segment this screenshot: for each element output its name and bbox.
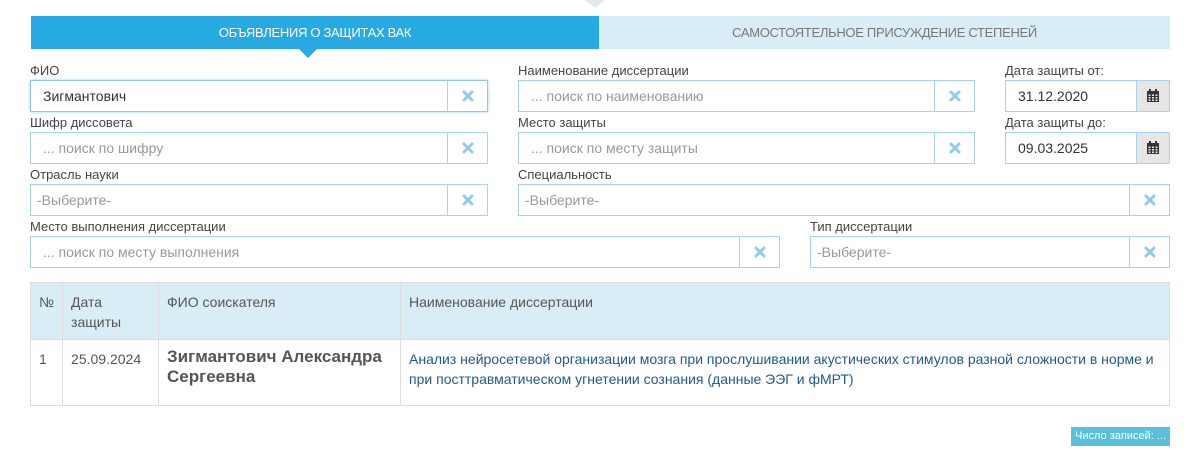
title-clear-button[interactable] <box>934 81 974 111</box>
work-place-search-input[interactable]: ... поиск по месту выполнения <box>30 236 780 268</box>
row-fio: Зигмантович Александра Сергеевна <box>158 339 402 406</box>
work-place-clear-button[interactable] <box>739 237 779 267</box>
tab-vak-defenses[interactable]: ОБЪЯВЛЕНИЯ О ЗАЩИТАХ ВАК <box>31 16 599 58</box>
times-icon <box>949 142 960 154</box>
row-num: 1 <box>29 339 64 406</box>
tab-bar: ОБЪЯВЛЕНИЯ О ЗАЩИТАХ ВАК САМОСТОЯТЕЛЬНОЕ… <box>31 16 1170 58</box>
header-title: Наименование диссертации <box>400 282 1170 340</box>
branch-label: Отрасль науки <box>30 167 119 182</box>
table-header-row: № Дата защиты ФИО соискателя Наименовани… <box>29 282 1170 340</box>
date-to-label: Дата защиты до: <box>1005 115 1106 130</box>
specialty-select[interactable]: -Выберите- <box>518 184 1170 216</box>
specialty-selected: -Выберите- <box>525 192 600 208</box>
times-icon <box>462 142 473 154</box>
title-search-input[interactable]: ... поиск по наименованию <box>518 80 975 112</box>
records-count-badge: Число записей: ... <box>1071 427 1170 446</box>
tab-label: САМОСТОЯТЕЛЬНОЕ ПРИСУЖДЕНИЕ СТЕПЕНЕЙ <box>732 25 1037 40</box>
title-label: Наименование диссертации <box>518 63 689 78</box>
row-date: 25.09.2024 <box>62 339 160 406</box>
fio-field[interactable]: Зигмантович <box>30 80 488 112</box>
date-from-input[interactable]: 31.12.2020 <box>1005 80 1170 112</box>
date-from-calendar-button[interactable] <box>1136 81 1169 111</box>
tab-independent-degrees[interactable]: САМОСТОЯТЕЛЬНОЕ ПРИСУЖДЕНИЕ СТЕПЕНЕЙ <box>599 16 1170 49</box>
calendar-icon <box>1147 89 1159 102</box>
date-to-value: 09.03.2025 <box>1018 140 1089 156</box>
branch-clear-button[interactable] <box>447 185 487 215</box>
times-icon <box>1144 194 1155 206</box>
times-icon <box>754 246 765 258</box>
times-icon <box>462 90 473 102</box>
place-search-input[interactable]: ... поиск по месту защиты <box>518 132 975 164</box>
times-icon <box>1144 246 1155 258</box>
header-fio: ФИО соискателя <box>158 282 402 340</box>
branch-select[interactable]: -Выберите- <box>30 184 488 216</box>
work-place-label: Место выполнения диссертации <box>30 219 226 234</box>
title-placeholder: ... поиск по наименованию <box>531 88 704 104</box>
type-select[interactable]: -Выберите- <box>810 236 1170 268</box>
calendar-icon <box>1147 141 1159 154</box>
times-icon <box>462 194 473 206</box>
work-place-placeholder: ... поиск по месту выполнения <box>43 244 240 260</box>
council-placeholder: ... поиск по шифру <box>43 140 164 156</box>
date-from-value: 31.12.2020 <box>1018 88 1089 104</box>
type-label: Тип диссертации <box>810 219 913 234</box>
times-icon <box>949 90 960 102</box>
dissertation-title-link[interactable]: Анализ нейросетевой организации мозга пр… <box>409 351 1154 387</box>
header-date: Дата защиты <box>62 282 160 340</box>
council-label: Шифр диссовета <box>30 115 133 130</box>
council-search-input[interactable]: ... поиск по шифру <box>30 132 488 164</box>
date-to-calendar-button[interactable] <box>1136 133 1169 163</box>
council-clear-button[interactable] <box>447 133 487 163</box>
type-selected: -Выберите- <box>817 244 892 260</box>
type-clear-button[interactable] <box>1129 237 1169 267</box>
date-to-input[interactable]: 09.03.2025 <box>1005 132 1170 164</box>
branch-selected: -Выберите- <box>37 192 112 208</box>
date-from-label: Дата защиты от: <box>1005 63 1104 78</box>
fio-label: ФИО <box>30 63 60 78</box>
tab-label: ОБЪЯВЛЕНИЯ О ЗАЩИТАХ ВАК <box>218 25 412 40</box>
active-tab-caret <box>299 49 317 58</box>
fio-clear-button[interactable] <box>447 81 487 111</box>
top-notch <box>585 0 605 8</box>
table-row[interactable]: 1 25.09.2024 Зигмантович Александра Серг… <box>29 339 1170 406</box>
specialty-label: Специальность <box>518 167 612 182</box>
place-label: Место защиты <box>518 115 606 130</box>
row-title-cell: Анализ нейросетевой организации мозга пр… <box>400 339 1170 406</box>
specialty-clear-button[interactable] <box>1129 185 1169 215</box>
place-placeholder: ... поиск по месту защиты <box>531 140 698 156</box>
results-table: № Дата защиты ФИО соискателя Наименовани… <box>29 282 1170 406</box>
header-num: № <box>29 282 64 340</box>
fio-value: Зигмантович <box>43 88 127 104</box>
place-clear-button[interactable] <box>934 133 974 163</box>
